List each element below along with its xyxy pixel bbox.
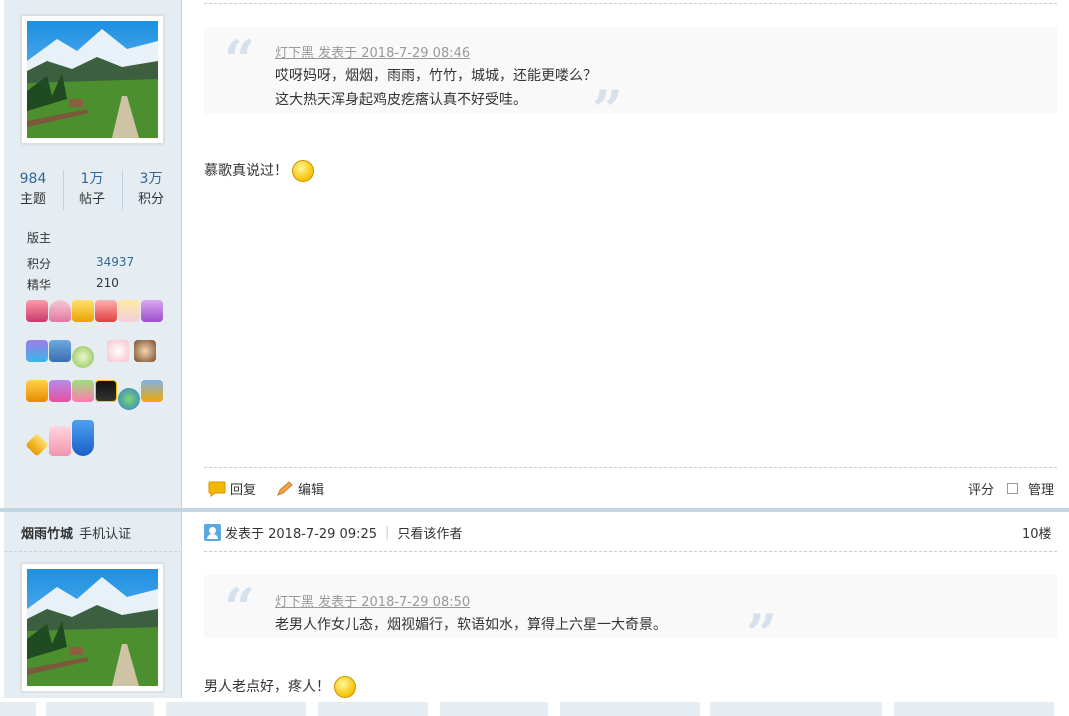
post-message: 男人老点好，疼人！: [204, 676, 357, 698]
edit-button[interactable]: 编辑: [276, 479, 324, 498]
medal-icon[interactable]: [95, 380, 117, 402]
author-line: 烟雨竹城 手机认证: [21, 523, 131, 542]
medal-icon[interactable]: [72, 346, 94, 368]
stat-credits[interactable]: 3万 积分: [122, 168, 180, 210]
quote-text: 哎呀妈呀，烟烟，雨雨，竹竹，城城，还能更喽么？: [275, 68, 597, 84]
quote-open-icon: “: [224, 576, 256, 640]
tag-chip[interactable]: [560, 702, 700, 716]
medal-icon[interactable]: [95, 300, 117, 322]
quote-text: 这大热天浑身起鸡皮疙瘩认真不好受哇。: [275, 92, 527, 108]
avatar[interactable]: [21, 15, 164, 144]
stat-value[interactable]: 3万: [122, 168, 180, 190]
manage-label: 管理: [1028, 483, 1055, 498]
quote-close-icon: ”: [592, 78, 624, 142]
tag-chip[interactable]: [440, 702, 548, 716]
medal-icon[interactable]: [49, 380, 71, 402]
medal-icon[interactable]: [72, 420, 94, 456]
user-group[interactable]: 版主: [27, 229, 51, 246]
author-name[interactable]: 烟雨竹城: [21, 527, 73, 542]
divider: [4, 551, 182, 552]
avatar-image: [27, 569, 158, 686]
quote-block: “ 灯下黑 发表于 2018-7-29 08:46 哎呀妈呀，烟烟，雨雨，竹竹，…: [204, 27, 1057, 137]
reply-button[interactable]: 回复: [208, 479, 256, 498]
stat-value[interactable]: 1万: [63, 168, 121, 190]
medal-icon[interactable]: [72, 380, 94, 402]
tag-chip[interactable]: [894, 702, 1054, 716]
quote-header[interactable]: 灯下黑 发表于 2018-7-29 08:46: [275, 42, 470, 61]
quote-open-icon: “: [224, 28, 256, 92]
post-separator: [0, 508, 1069, 512]
medal-icon[interactable]: [49, 340, 71, 362]
edit-label: 编辑: [298, 483, 325, 498]
medal-icon[interactable]: [26, 380, 48, 402]
points-value[interactable]: 34937: [96, 255, 134, 269]
post-message-text: 慕歌真说过！: [204, 163, 288, 179]
divider: [204, 467, 1057, 468]
quote-close-icon: ”: [746, 602, 778, 666]
post-message: 慕歌真说过！: [204, 160, 315, 182]
checkbox-icon[interactable]: [1007, 483, 1018, 494]
quote-header[interactable]: 灯下黑 发表于 2018-7-29 08:50: [275, 591, 470, 610]
medal-icon[interactable]: [107, 340, 129, 362]
medal-icon[interactable]: [141, 380, 163, 402]
reply-label: 回复: [230, 483, 257, 498]
tag-chip[interactable]: [0, 702, 36, 716]
user-stats: 984 主题 1万 帖子 3万 积分: [4, 168, 182, 212]
reply-bubble-icon: [208, 481, 226, 497]
rate-label: 评分: [968, 483, 995, 498]
tag-chip[interactable]: [710, 702, 882, 716]
post-message-text: 男人老点好，疼人！: [204, 679, 330, 695]
digest-label: 精华: [27, 278, 52, 292]
user-icon: [204, 524, 221, 541]
medal-icon[interactable]: [49, 300, 71, 322]
stat-value[interactable]: 984: [4, 168, 62, 190]
floor-number[interactable]: 10楼: [1022, 523, 1052, 542]
avatar-image: [27, 21, 158, 138]
points-label: 积分: [27, 257, 52, 271]
stat-label: 主题: [19, 192, 46, 207]
post-time: 发表于 2018-7-29 09:25: [225, 527, 378, 542]
stat-threads[interactable]: 984 主题: [4, 168, 62, 210]
tag-chip[interactable]: [46, 702, 154, 716]
stat-posts[interactable]: 1万 帖子: [63, 168, 121, 210]
medal-icon[interactable]: [118, 300, 140, 322]
medal-icon[interactable]: [141, 300, 163, 322]
smiley-icon: [334, 676, 357, 698]
divider: [204, 551, 1057, 552]
tag-chip[interactable]: [166, 702, 306, 716]
medal-icon[interactable]: [26, 340, 48, 362]
digest-value: 210: [96, 276, 119, 290]
medal-icon[interactable]: [118, 388, 140, 410]
quote-text: 老男人作女儿态，烟视媚行，软语如水，算得上六星一大奇景。: [275, 617, 667, 633]
medal-icon[interactable]: [26, 300, 48, 322]
only-author-link[interactable]: 只看该作者: [397, 523, 462, 542]
stat-label: 帖子: [78, 192, 105, 207]
rate-button[interactable]: 评分: [968, 479, 994, 498]
pencil-icon: [277, 480, 293, 496]
divider: [204, 3, 1057, 4]
post-meta: 发表于 2018-7-29 09:25 | 只看该作者: [204, 523, 462, 542]
avatar[interactable]: [21, 563, 164, 692]
medal-icon[interactable]: [134, 340, 156, 362]
verify-badge: 手机认证: [79, 527, 132, 542]
smiley-icon: [292, 160, 315, 182]
tag-chip[interactable]: [318, 702, 428, 716]
stat-label: 积分: [137, 192, 164, 207]
quote-block: “ 灯下黑 发表于 2018-7-29 08:50 老男人作女儿态，烟视媚行，软…: [204, 575, 1057, 661]
manage-checkbox[interactable]: 管理: [1007, 479, 1054, 498]
medal-icon[interactable]: [49, 426, 71, 456]
medal-icon[interactable]: [72, 300, 94, 322]
